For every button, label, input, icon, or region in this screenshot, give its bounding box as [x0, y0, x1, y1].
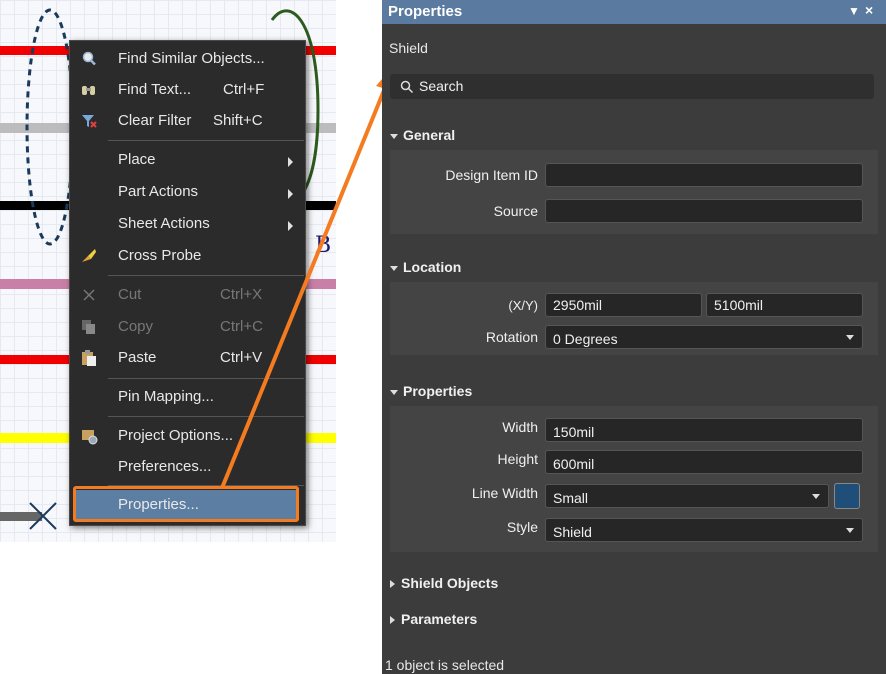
menu-item-label: Find Text... [118, 81, 192, 98]
menu-separator [108, 416, 304, 417]
binoculars-icon [82, 86, 95, 95]
menu-item-label: Preferences... [118, 458, 212, 475]
rotation-select[interactable]: 0 Degrees [545, 325, 863, 349]
menu-separator [108, 275, 304, 276]
section-shield-objects-header[interactable]: Shield Objects [390, 575, 498, 591]
menu-item-label: Clear Filter [118, 112, 192, 129]
panel-menu-icon[interactable]: ▼ [848, 4, 860, 18]
rotation-label: Rotation [485, 329, 538, 345]
menu-item-label: Sheet Actions [118, 215, 210, 232]
width-field[interactable]: 150mil [545, 418, 863, 442]
menu-item-cut[interactable]: Cut Ctrl+X [70, 280, 305, 310]
width-label: Width [502, 419, 538, 435]
line-width-select[interactable]: Small [545, 484, 829, 508]
design-item-id-field[interactable] [545, 163, 863, 187]
expand-icon [390, 580, 395, 589]
context-menu: Find Similar Objects... Find Text... Ctr… [69, 40, 306, 526]
menu-item-project-options[interactable]: Project Options... [70, 421, 305, 451]
style-label: Style [506, 519, 538, 535]
menu-item-shortcut: Ctrl+F [223, 81, 265, 98]
section-location: (X/Y) 2950mil 5100mil Rotation 0 Degrees [390, 282, 878, 355]
y-field[interactable]: 5100mil [706, 293, 863, 317]
project-options-icon [82, 430, 98, 445]
menu-item-shortcut: Ctrl+X [220, 286, 263, 303]
section-general: Design Item ID Source [390, 150, 878, 234]
component-designator: B [315, 233, 332, 258]
menu-item-paste[interactable]: Paste Ctrl+V [70, 343, 305, 373]
panel-title-bar: Properties ▼ × [382, 0, 886, 24]
menu-item-find-text[interactable]: Find Text... Ctrl+F [70, 75, 305, 105]
submenu-arrow-icon [288, 221, 293, 231]
menu-item-label: Part Actions [118, 183, 199, 200]
object-type-label: Shield [389, 40, 428, 56]
copy-icon [82, 320, 95, 334]
line-width-label: Line Width [471, 485, 538, 501]
menu-item-copy[interactable]: Copy Ctrl+C [70, 312, 305, 342]
style-select[interactable]: Shield [545, 518, 863, 542]
submenu-arrow-icon [288, 189, 293, 199]
search-input[interactable]: Search [390, 74, 874, 99]
cross-probe-icon [82, 249, 96, 262]
magnifier-icon [82, 51, 96, 66]
scissors-icon [83, 289, 95, 301]
close-icon[interactable]: × [865, 2, 873, 18]
collapse-icon [390, 389, 398, 395]
menu-separator [108, 378, 304, 379]
collapse-icon [390, 133, 398, 139]
section-properties-header[interactable]: Properties [390, 383, 472, 399]
menu-item-part-actions[interactable]: Part Actions [70, 177, 305, 207]
x-field[interactable]: 2950mil [545, 293, 702, 317]
menu-item-shortcut: Shift+C [213, 112, 263, 129]
xy-label: (X/Y) [508, 298, 538, 313]
chevron-down-icon [846, 528, 854, 533]
status-text: 1 object is selected [385, 657, 505, 673]
menu-item-label: Cut [118, 286, 142, 303]
height-label: Height [497, 451, 538, 467]
collapse-icon [390, 265, 398, 271]
menu-item-label: Cross Probe [118, 247, 202, 264]
menu-item-label: Pin Mapping... [118, 388, 214, 405]
section-general-header[interactable]: General [390, 127, 455, 143]
menu-item-sheet-actions[interactable]: Sheet Actions [70, 209, 305, 239]
section-parameters-header[interactable]: Parameters [390, 611, 477, 627]
menu-item-label: Copy [118, 318, 154, 335]
height-field[interactable]: 600mil [545, 450, 863, 474]
menu-item-label: Find Similar Objects... [118, 50, 265, 67]
menu-item-clear-filter[interactable]: Clear Filter Shift+C [70, 106, 305, 136]
clear-filter-icon [82, 115, 97, 128]
source-field[interactable] [545, 199, 863, 223]
properties-panel: Properties ▼ × Shield Search General Des… [382, 0, 886, 674]
menu-item-cross-probe[interactable]: Cross Probe [70, 241, 305, 271]
menu-item-label: Project Options... [118, 427, 234, 444]
expand-icon [390, 616, 395, 625]
menu-separator [108, 140, 304, 141]
menu-item-pin-mapping[interactable]: Pin Mapping... [70, 382, 305, 412]
submenu-arrow-icon [288, 157, 293, 167]
search-icon [400, 80, 414, 94]
section-location-header[interactable]: Location [390, 259, 461, 275]
search-placeholder: Search [419, 78, 464, 94]
menu-item-find-similar-objects[interactable]: Find Similar Objects... [70, 44, 305, 74]
menu-item-preferences[interactable]: Preferences... [70, 452, 305, 482]
menu-item-label: Paste [118, 349, 157, 366]
source-label: Source [493, 203, 538, 219]
menu-item-shortcut: Ctrl+V [220, 349, 263, 366]
section-properties: Width 150mil Height 600mil Line Width Sm… [390, 406, 878, 552]
paste-icon [82, 350, 96, 366]
menu-item-shortcut: Ctrl+C [220, 318, 263, 335]
panel-title: Properties [388, 3, 463, 20]
design-item-id-label: Design Item ID [445, 167, 538, 183]
chevron-down-icon [812, 494, 820, 499]
chevron-down-icon [846, 335, 854, 340]
menu-item-place[interactable]: Place [70, 145, 305, 175]
line-color-swatch[interactable] [834, 483, 860, 509]
properties-highlight-box [73, 486, 299, 522]
menu-item-label: Place [118, 151, 156, 168]
